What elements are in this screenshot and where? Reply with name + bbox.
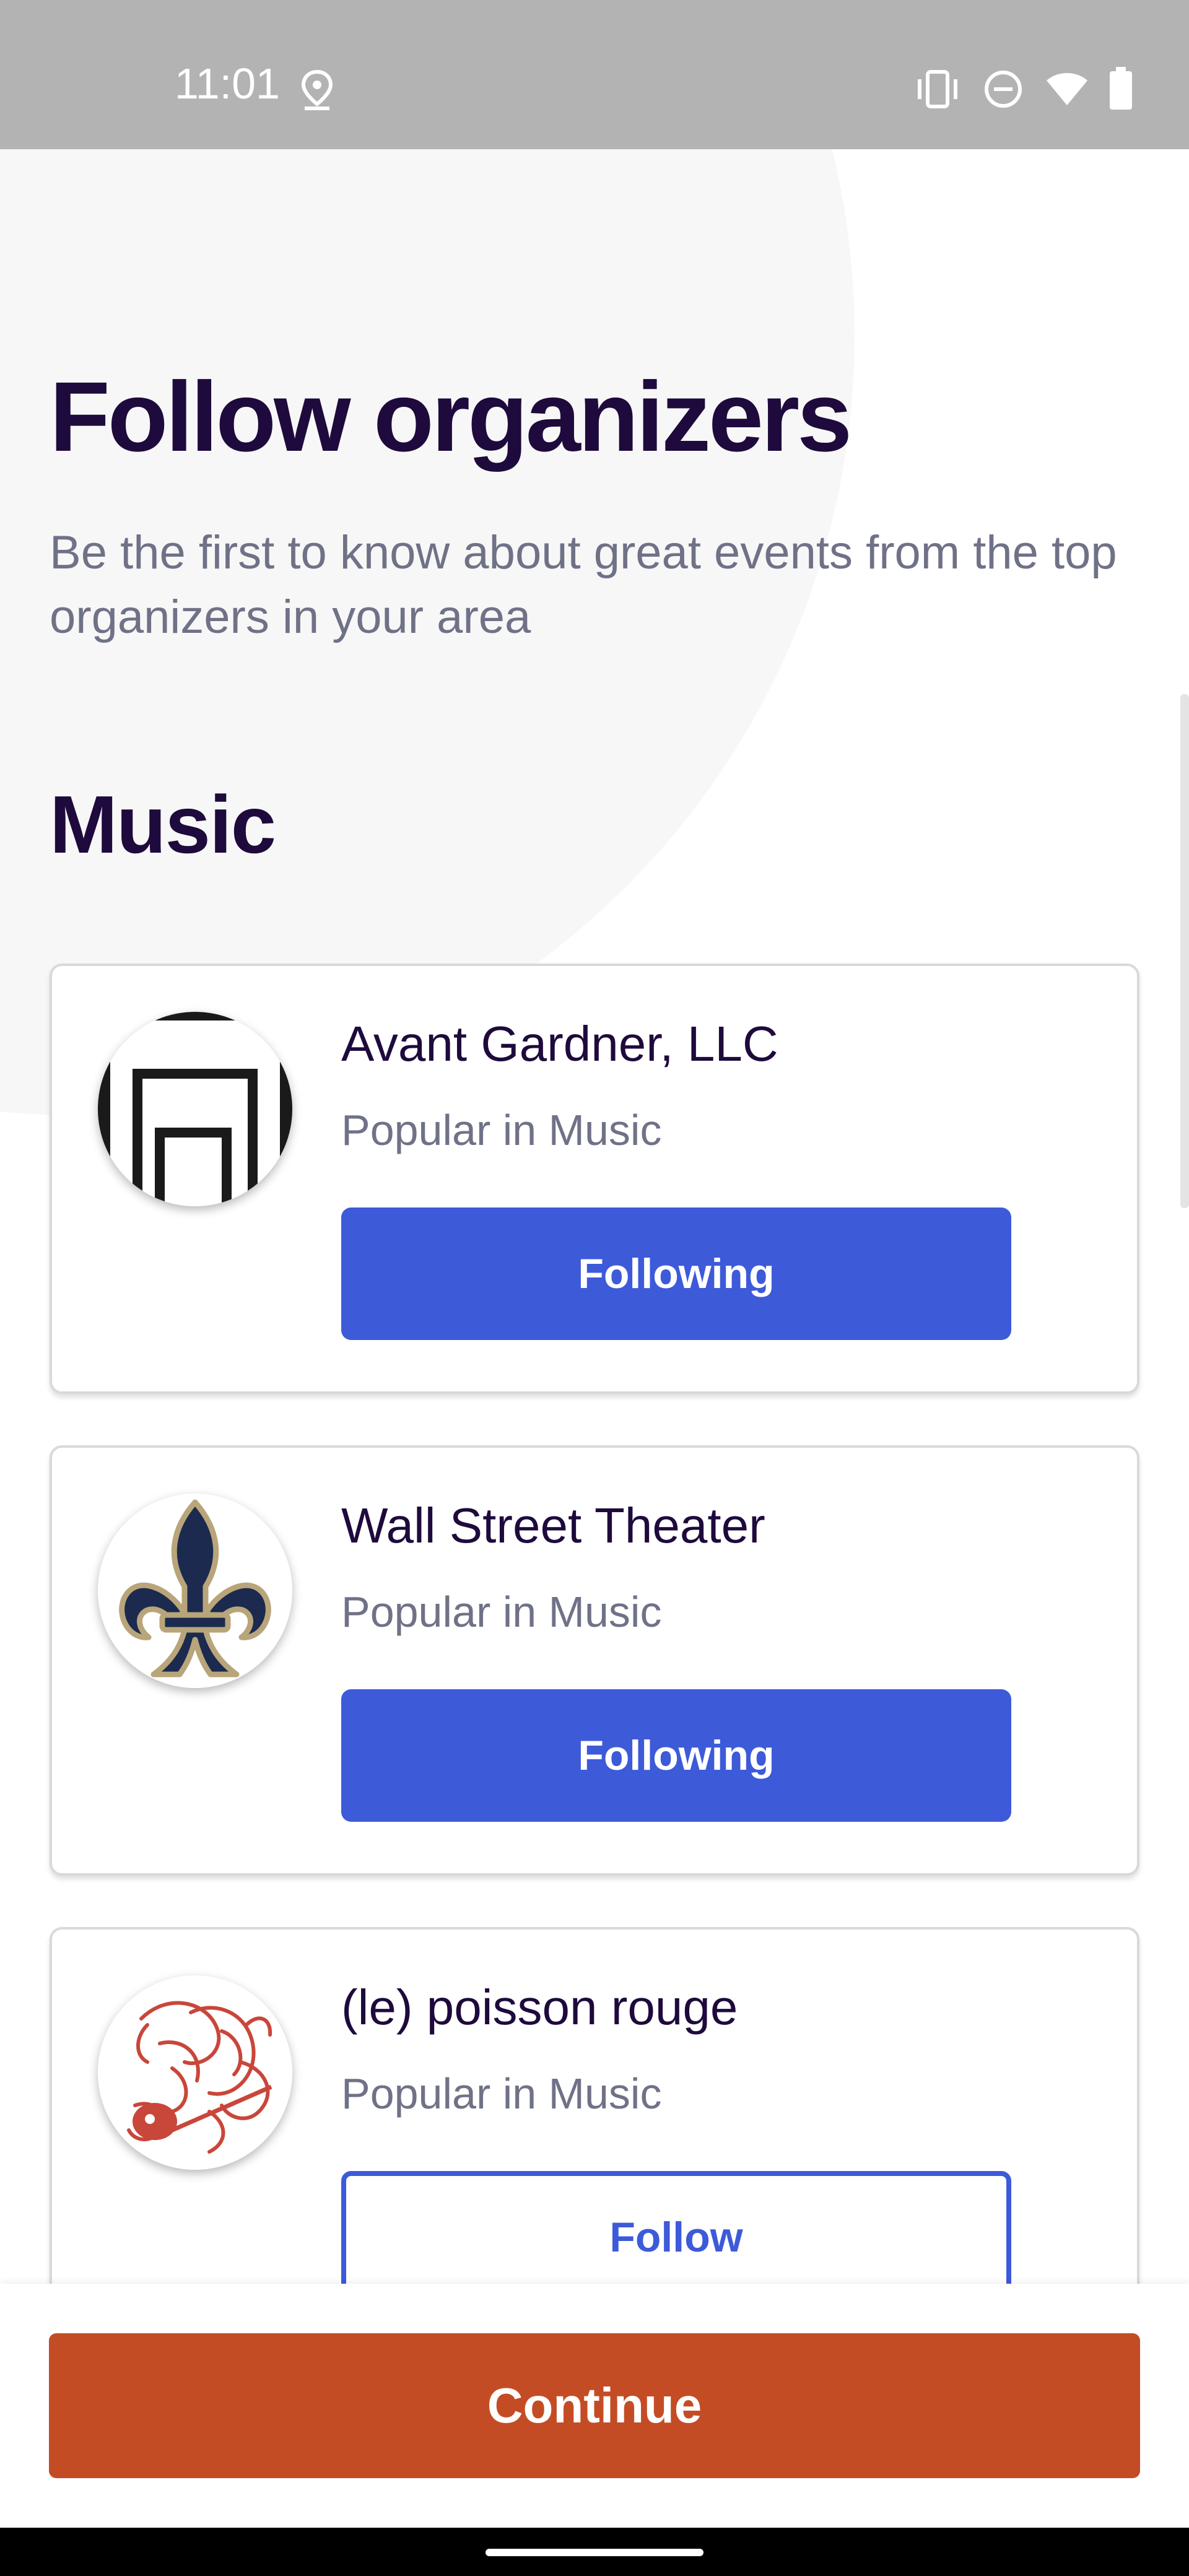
wifi-icon bbox=[1045, 72, 1089, 110]
do-not-disturb-icon bbox=[983, 69, 1023, 112]
status-time: 11:01 bbox=[175, 59, 280, 108]
footer: Continue bbox=[0, 2284, 1189, 2528]
organizer-card: Wall Street Theater Popular in Music Fol… bbox=[50, 1445, 1139, 1876]
location-icon bbox=[300, 68, 334, 115]
fleur-de-lis-logo bbox=[98, 1494, 292, 1688]
follow-button[interactable]: Follow bbox=[341, 2171, 1011, 2284]
status-bar: 11:01 bbox=[0, 0, 1189, 149]
scrollbar[interactable] bbox=[1180, 694, 1189, 1208]
vibrate-icon bbox=[913, 69, 962, 112]
organizer-category: Popular in Music bbox=[341, 2069, 662, 2118]
organizer-name: (le) poisson rouge bbox=[341, 1980, 738, 2035]
avant-gardner-logo bbox=[98, 1012, 292, 1206]
organizer-card: (le) poisson rouge Popular in Music Foll… bbox=[50, 1927, 1139, 2284]
following-button[interactable]: Following bbox=[341, 1208, 1011, 1340]
poisson-rouge-logo bbox=[98, 1975, 292, 2170]
following-button[interactable]: Following bbox=[341, 1689, 1011, 1822]
continue-button[interactable]: Continue bbox=[49, 2333, 1140, 2478]
home-gesture-handle[interactable] bbox=[486, 2549, 703, 2556]
organizer-category: Popular in Music bbox=[341, 1588, 662, 1636]
page-subtitle: Be the first to know about great events … bbox=[50, 526, 1117, 643]
page-title: Follow organizers bbox=[50, 361, 852, 472]
scroll-content[interactable]: Follow organizers Be the first to know a… bbox=[0, 149, 1189, 2284]
organizer-category: Popular in Music bbox=[341, 1106, 662, 1154]
organizer-name: Wall Street Theater bbox=[341, 1498, 765, 1553]
navigation-bar bbox=[0, 2528, 1189, 2576]
organizer-card: Avant Gardner, LLC Popular in Music Foll… bbox=[50, 964, 1139, 1394]
organizer-name: Avant Gardner, LLC bbox=[341, 1016, 778, 1071]
section-title-music: Music bbox=[50, 779, 276, 870]
battery-icon bbox=[1108, 67, 1133, 113]
